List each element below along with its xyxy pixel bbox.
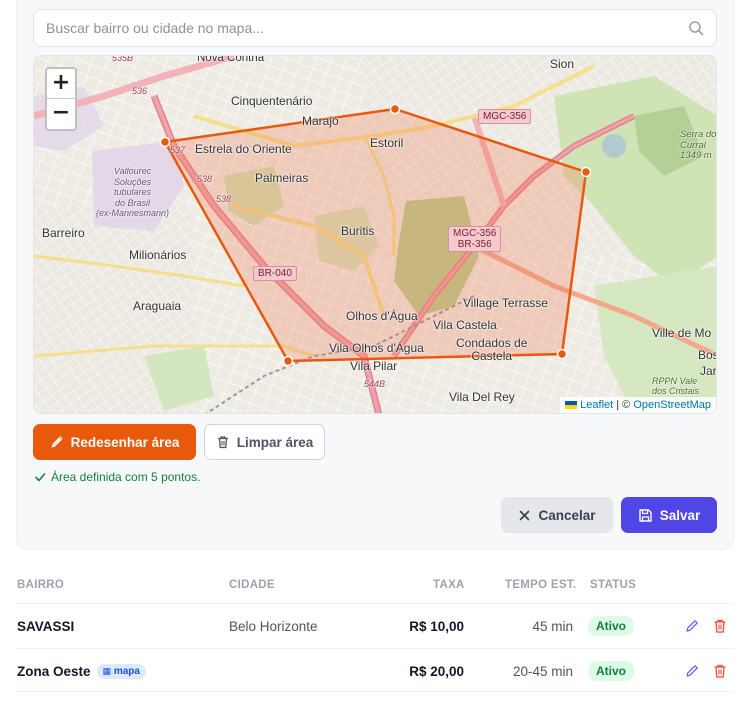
status-badge: Ativo bbox=[588, 616, 634, 636]
map-label: Milionários bbox=[129, 248, 187, 262]
header-status: STATUS bbox=[590, 579, 637, 591]
row-tempo: 45 min bbox=[532, 618, 573, 634]
map-label: Vila Castela bbox=[433, 318, 497, 332]
road-shield: MGC-356 bbox=[478, 109, 532, 124]
map-label: Vila Olhos d'Água bbox=[329, 341, 424, 355]
road-label: 536 bbox=[132, 86, 148, 96]
map-chip-label: mapa bbox=[113, 665, 140, 677]
map-label: Nova Contria bbox=[197, 55, 265, 64]
row-bairro-with-chip: Zona Oeste ▦ mapa bbox=[17, 649, 146, 693]
road-label: 537 bbox=[170, 145, 186, 155]
zoom-in-button[interactable]: + bbox=[47, 69, 75, 99]
area-status-text: Área definida com 5 pontos. bbox=[51, 470, 201, 484]
map-icon: ▦ bbox=[102, 665, 112, 676]
delete-button[interactable] bbox=[712, 604, 728, 648]
map-label: Jar bbox=[700, 364, 717, 378]
edit-pencil-icon bbox=[686, 620, 698, 632]
map-label: Buritis bbox=[341, 224, 375, 238]
save-button[interactable]: Salvar bbox=[621, 497, 717, 533]
attribution-separator: | © bbox=[613, 399, 634, 411]
trash-icon bbox=[714, 619, 726, 633]
clear-area-label: Limpar área bbox=[236, 434, 314, 450]
map-label: Village Terrasse bbox=[463, 296, 548, 310]
row-tempo: 20-45 min bbox=[512, 663, 573, 679]
map-container[interactable]: Nova Contria Cinquentenário Marajó Sion … bbox=[33, 55, 717, 414]
map-label: Cinquentenário bbox=[231, 94, 313, 108]
edit-button[interactable] bbox=[684, 604, 700, 648]
map-label: Estrela do Oriente bbox=[195, 142, 292, 156]
redraw-area-button[interactable]: Redesenhar área bbox=[33, 424, 196, 460]
table-header: BAIRRO CIDADE TAXA TEMPO EST. STATUS bbox=[16, 579, 734, 603]
map-label: Sion bbox=[550, 57, 575, 71]
edit-button[interactable] bbox=[684, 649, 700, 693]
map-label: Olhos d'Água bbox=[346, 309, 418, 323]
header-taxa: TAXA bbox=[433, 579, 465, 591]
road-shield: MGC-356 BR-356 bbox=[448, 226, 502, 252]
leaflet-link[interactable]: Leaflet bbox=[580, 399, 613, 411]
openstreetmap-link[interactable]: OpenStreetMap bbox=[633, 399, 711, 411]
zoom-out-button[interactable]: − bbox=[47, 99, 75, 129]
row-bairro: SAVASSI bbox=[17, 618, 75, 634]
map-label: Barreiro bbox=[42, 226, 85, 240]
map-search-input[interactable] bbox=[34, 10, 716, 46]
map-label: Vila Pilar bbox=[350, 359, 398, 373]
area-status-message: Área definida com 5 pontos. bbox=[34, 470, 200, 484]
redraw-area-label: Redesenhar área bbox=[70, 434, 180, 450]
map-label: Condados de Castela bbox=[456, 336, 528, 363]
trash-icon bbox=[217, 436, 228, 449]
ukraine-flag-icon bbox=[565, 401, 578, 409]
cancel-button[interactable]: Cancelar bbox=[501, 497, 613, 533]
map-label: Araguaia bbox=[133, 299, 182, 313]
map-label: Palmeiras bbox=[255, 171, 309, 185]
map-label: RPPN Vale dos Cristais bbox=[652, 376, 700, 396]
row-bairro: Zona Oeste bbox=[17, 663, 91, 679]
map-attribution: Leaflet | © OpenStreetMap bbox=[560, 397, 716, 413]
zoom-control: + − bbox=[45, 67, 77, 131]
trash-icon bbox=[714, 664, 726, 678]
row-taxa: R$ 10,00 bbox=[409, 618, 464, 634]
row-taxa: R$ 20,00 bbox=[409, 663, 464, 679]
table-row[interactable]: SAVASSI Belo Horizonte R$ 10,00 45 min A… bbox=[16, 603, 734, 647]
map-label: Ville de Mo bbox=[652, 326, 712, 340]
header-cidade: CIDADE bbox=[229, 579, 275, 591]
road-label: 535B bbox=[112, 55, 134, 63]
map-label: Bos bbox=[698, 348, 717, 362]
map-label: Estoril bbox=[370, 136, 404, 150]
clear-area-button[interactable]: Limpar área bbox=[204, 424, 325, 460]
cancel-label: Cancelar bbox=[538, 507, 596, 523]
check-icon bbox=[35, 473, 46, 482]
road-label: 538 bbox=[197, 174, 213, 184]
header-tempo: TEMPO EST. bbox=[505, 579, 577, 591]
edit-pencil-icon bbox=[686, 665, 698, 677]
header-bairro: BAIRRO bbox=[17, 579, 65, 591]
row-cidade: Belo Horizonte bbox=[229, 618, 318, 634]
save-icon bbox=[639, 508, 652, 522]
map-label: Vallourec Soluções tubulares do Brasil (… bbox=[96, 166, 170, 218]
road-label: 544B bbox=[364, 379, 386, 389]
close-icon bbox=[520, 510, 530, 520]
search-icon[interactable] bbox=[688, 20, 704, 36]
pencil-icon bbox=[50, 436, 63, 448]
road-label: 538 bbox=[216, 194, 232, 204]
save-label: Salvar bbox=[659, 507, 701, 523]
map-search-box[interactable] bbox=[33, 9, 717, 47]
map-label: Marajó bbox=[302, 114, 339, 128]
map-chip: ▦ mapa bbox=[96, 663, 146, 679]
table-row[interactable]: Zona Oeste ▦ mapa R$ 20,00 20-45 min Ati… bbox=[16, 648, 734, 692]
map-label: Vila Del Rey bbox=[449, 390, 515, 404]
map-label: Serra do Curral 1349 m bbox=[680, 129, 717, 161]
road-shield: BR-040 bbox=[253, 266, 297, 281]
delete-button[interactable] bbox=[712, 649, 728, 693]
status-badge: Ativo bbox=[588, 661, 634, 681]
